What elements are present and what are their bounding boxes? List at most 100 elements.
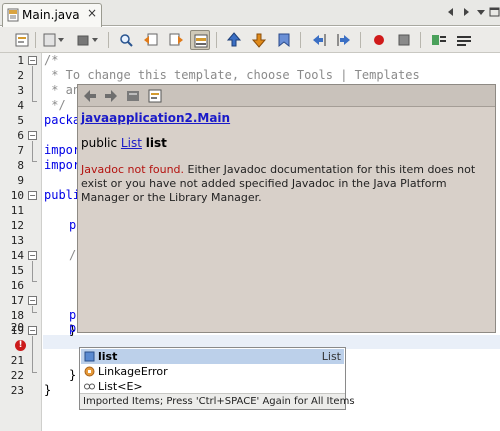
find-selection-button[interactable]: [116, 30, 136, 50]
fold-toggle-icon[interactable]: −: [28, 191, 37, 200]
next-bookmark-button[interactable]: [249, 30, 269, 50]
line-number: 20: [10, 321, 24, 334]
code-line: publi: [44, 188, 81, 202]
editor-toolbar: [0, 27, 500, 53]
fold-guide-end: [32, 101, 37, 102]
last-edit-button[interactable]: [40, 30, 68, 50]
toolbar-separator: [216, 32, 217, 48]
fold-toggle-icon[interactable]: −: [28, 326, 37, 335]
history-icon: [15, 33, 29, 47]
javadoc-message: Javadoc not found. Either Javadoc docume…: [81, 163, 493, 205]
fold-guide: [32, 141, 33, 161]
code-line: * To change this template, choose Tools …: [44, 68, 420, 82]
fold-guide: [32, 336, 33, 372]
completion-footer: Imported Items; Press 'Ctrl+SPACE' Again…: [80, 393, 355, 409]
tab-main-java[interactable]: Main.java ×: [2, 3, 102, 27]
search-icon: [120, 34, 133, 47]
code-line: /*: [44, 53, 59, 67]
fold-guide-end: [32, 312, 37, 313]
shift-left-icon: [313, 34, 326, 46]
scroll-left-icon[interactable]: [444, 5, 458, 19]
back-icon: [77, 35, 98, 46]
scroll-right-icon[interactable]: [459, 5, 473, 19]
shift-line-right-button[interactable]: [334, 30, 354, 50]
code-line: impor: [44, 158, 81, 172]
document-list-icon[interactable]: [474, 5, 488, 19]
shift-line-left-button[interactable]: [309, 30, 329, 50]
code-line: }: [69, 368, 77, 382]
previous-bookmark-button[interactable]: [224, 30, 244, 50]
find-previous-button[interactable]: [141, 30, 161, 50]
arrow-down-icon: [251, 33, 267, 48]
stop-icon: [398, 34, 410, 46]
completion-item[interactable]: List<E>: [81, 379, 344, 394]
line-number: 10: [10, 189, 24, 202]
line-number: 7: [17, 144, 24, 157]
line-number: 12: [10, 219, 24, 232]
line-number-gutter: 1 2 3 4 5 6 7 8 9 10 11 12 13 14 15 16 1…: [0, 53, 42, 431]
toggle-source-history-button[interactable]: [12, 30, 32, 50]
find-next-button[interactable]: [166, 30, 186, 50]
line-number: 4: [17, 99, 24, 112]
toolbar-separator: [108, 32, 109, 48]
maximize-window-icon[interactable]: [488, 5, 500, 19]
fold-toggle-icon[interactable]: −: [28, 296, 37, 305]
fold-toggle-icon[interactable]: −: [28, 56, 37, 65]
fold-toggle-icon[interactable]: −: [28, 131, 37, 140]
fold-guide-end: [32, 161, 37, 162]
line-number: 11: [10, 204, 24, 217]
find-previous-icon: [144, 33, 158, 46]
java-file-icon: [7, 8, 19, 22]
close-tab-icon[interactable]: ×: [87, 6, 97, 20]
field-icon: [84, 351, 95, 362]
open-in-browser-icon[interactable]: [147, 88, 163, 104]
code-line: /: [69, 248, 77, 262]
code-line: packa: [44, 113, 81, 127]
interface-icon: [84, 383, 95, 390]
line-number: 22: [10, 369, 24, 382]
line-number: 8: [17, 159, 24, 172]
toggle-bookmark-button[interactable]: [274, 30, 294, 50]
back-button[interactable]: [74, 30, 102, 50]
javadoc-popup: javaapplication2.Main public List list J…: [77, 84, 496, 333]
go-to-source-icon[interactable]: [125, 88, 141, 104]
line-number: 23: [10, 384, 24, 397]
completion-item-name: list: [98, 350, 118, 363]
fold-guide: [32, 66, 33, 101]
toolbar-separator: [300, 32, 301, 48]
uncomment-icon: [457, 36, 471, 46]
javadoc-owner-link[interactable]: javaapplication2.Main: [81, 111, 230, 125]
javadoc-signature: public List list: [81, 136, 167, 150]
completion-item-name: LinkageError: [98, 365, 168, 378]
toggle-highlight-search-button[interactable]: [190, 30, 210, 50]
find-next-icon: [169, 33, 183, 46]
comment-button[interactable]: [429, 30, 449, 50]
line-number: 17: [10, 294, 24, 307]
fold-guide: [32, 261, 33, 281]
back-arrow-icon[interactable]: [82, 88, 98, 104]
completion-item[interactable]: list List: [81, 349, 344, 364]
error-marker-icon[interactable]: !: [15, 340, 26, 351]
line-number: 5: [17, 114, 24, 127]
completion-item[interactable]: LinkageError: [81, 364, 344, 379]
uncomment-button[interactable]: [454, 30, 474, 50]
highlight-icon: [194, 34, 208, 48]
editor-tab-bar: Main.java ×: [0, 0, 500, 27]
comment-icon: [432, 35, 446, 45]
arrow-up-icon: [226, 32, 242, 47]
line-number: 3: [17, 84, 24, 97]
class-icon: [84, 366, 95, 377]
line-number: 1: [17, 54, 24, 67]
toolbar-separator: [420, 32, 421, 48]
start-macro-recording-button[interactable]: [369, 30, 389, 50]
javadoc-toolbar: [78, 85, 495, 107]
fold-guide-end: [32, 281, 37, 282]
forward-arrow-icon[interactable]: [103, 88, 119, 104]
signature-modifier: public: [81, 136, 121, 150]
tab-label: Main.java: [22, 8, 80, 22]
signature-type-link[interactable]: List: [121, 136, 142, 150]
line-number: 14: [10, 249, 24, 262]
stop-macro-recording-button[interactable]: [394, 30, 414, 50]
fold-toggle-icon[interactable]: −: [28, 251, 37, 260]
bookmark-icon: [278, 33, 290, 48]
